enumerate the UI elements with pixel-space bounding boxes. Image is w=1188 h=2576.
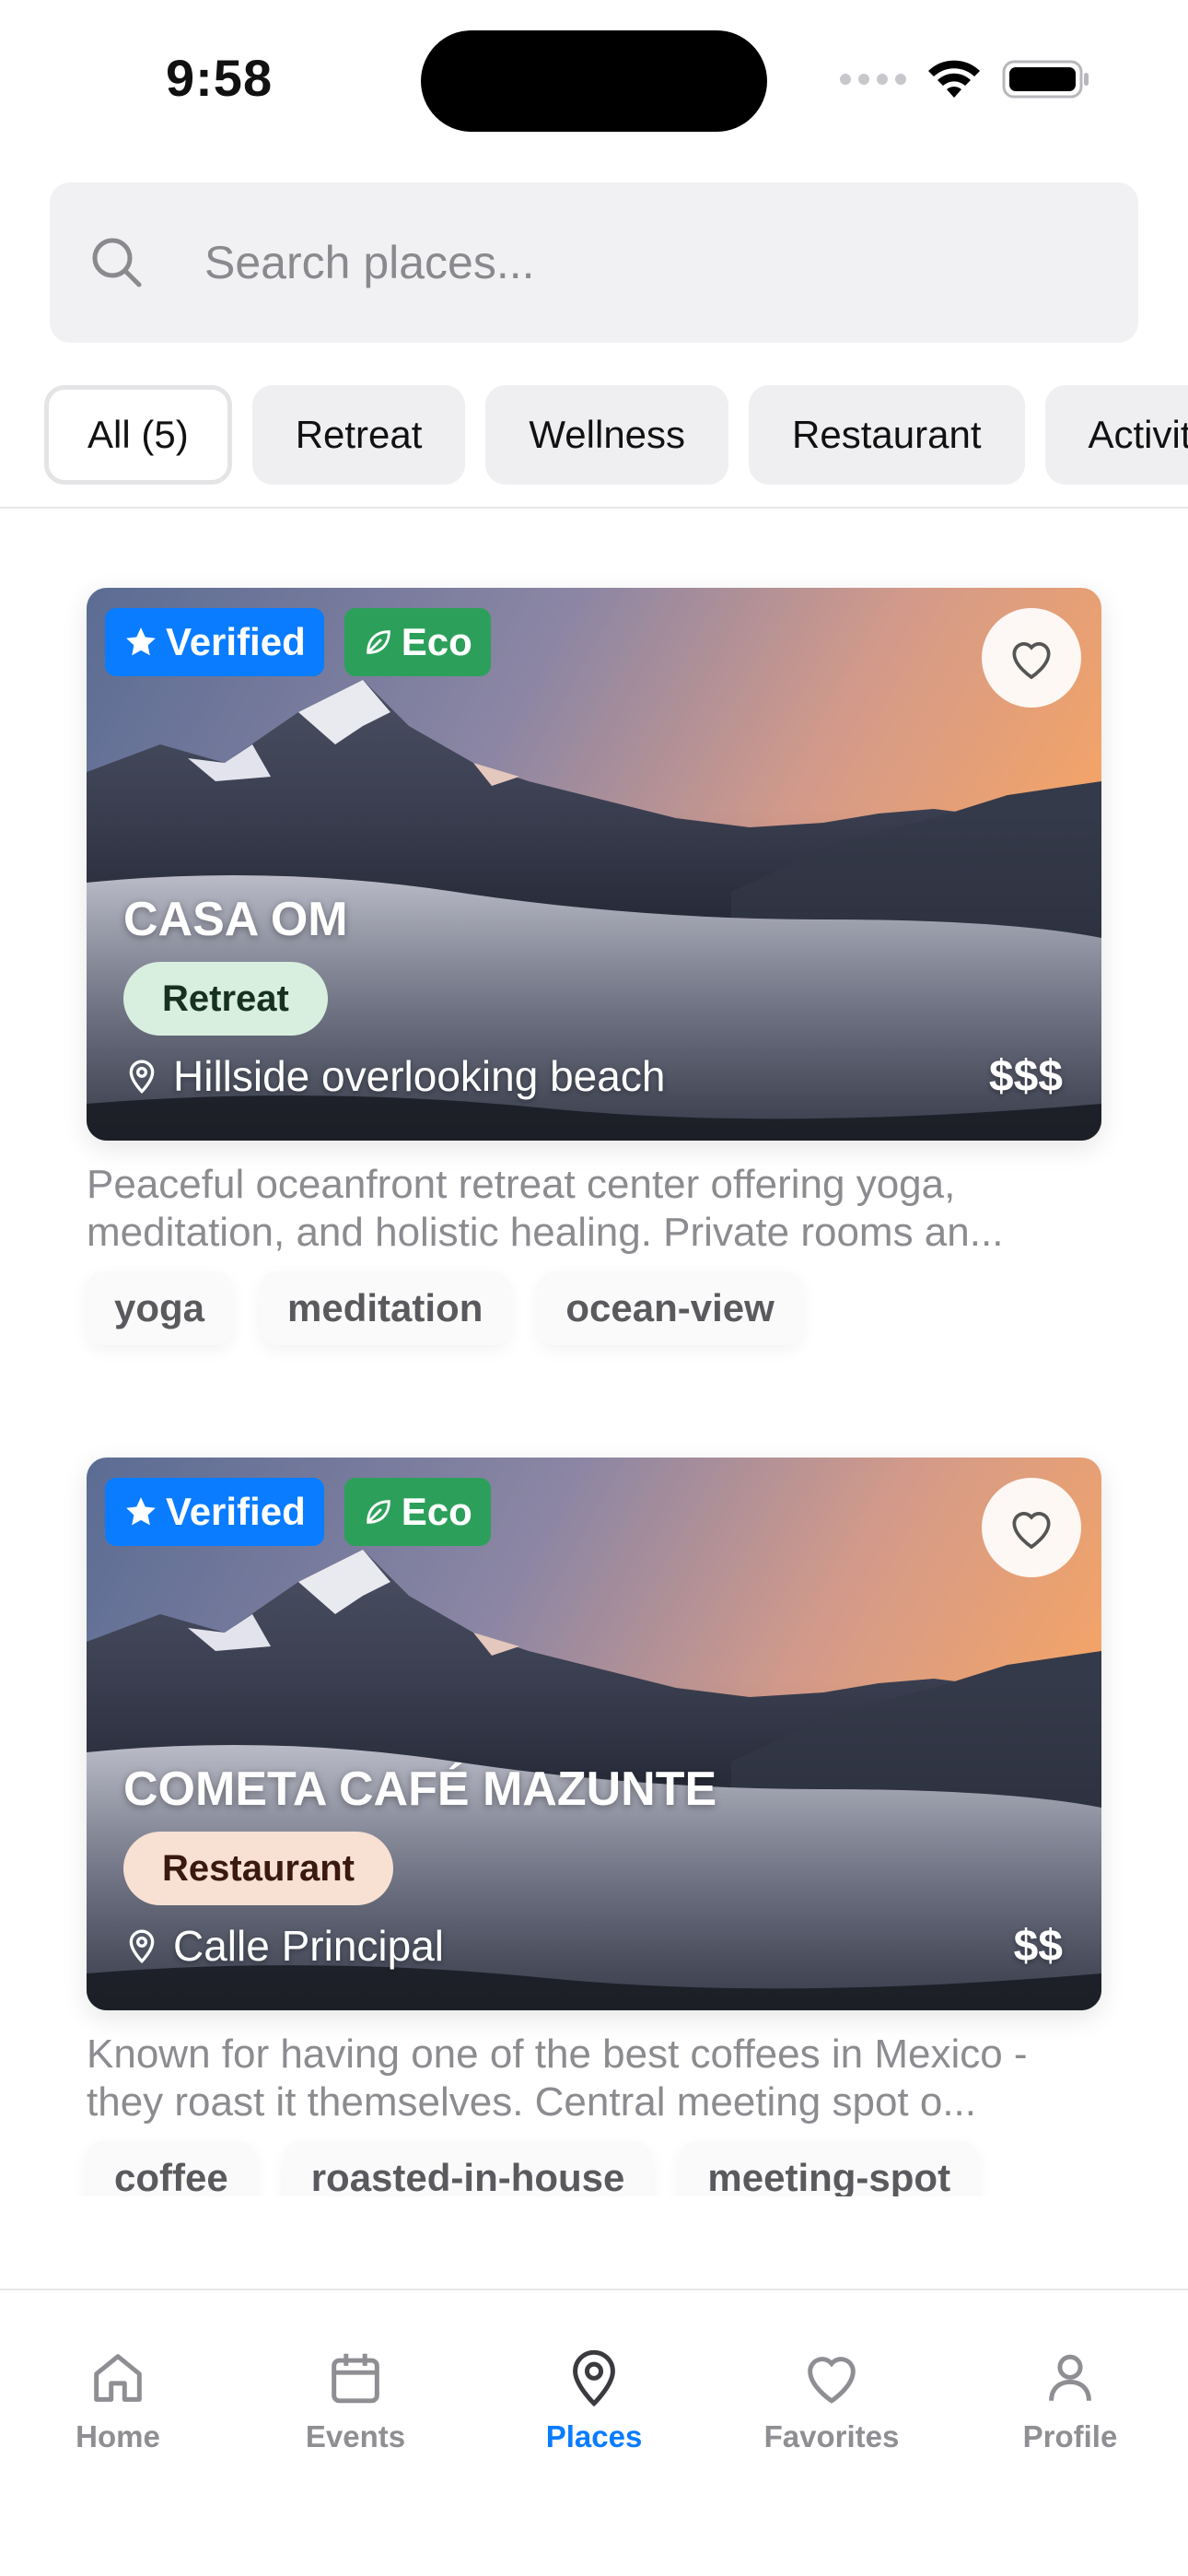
heart-icon: [808, 2357, 856, 2404]
bottom-tab-bar: Home Events Places Favorites Profile: [0, 2289, 1188, 2576]
tag[interactable]: meeting-spot: [680, 2141, 979, 2196]
map-pin-icon: [129, 1060, 155, 1095]
badge-row: Verified Eco: [105, 608, 491, 676]
status-icons: [840, 53, 1090, 105]
filter-chip-all[interactable]: All (5): [44, 385, 232, 485]
place-image[interactable]: Verified Eco COMETA CAFÉ MAZUNTE Restaur…: [87, 1458, 1101, 2010]
filter-chip-restaurant[interactable]: Restaurant: [749, 385, 1025, 485]
map-pin-icon: [129, 1929, 155, 1964]
eco-label: Eco: [401, 1490, 472, 1533]
tab-home[interactable]: Home: [26, 2346, 210, 2454]
star-icon: [126, 1497, 156, 1526]
tab-profile[interactable]: Profile: [978, 2346, 1162, 2454]
filter-chip-wellness[interactable]: Wellness: [485, 385, 729, 485]
heart-icon: [1012, 642, 1051, 680]
heart-icon: [1012, 1512, 1051, 1550]
home-icon: [94, 2354, 142, 2402]
tag[interactable]: yoga: [87, 1271, 233, 1345]
tab-label: Places: [545, 2419, 643, 2453]
favorite-button[interactable]: [982, 608, 1081, 708]
place-location: Calle Principal: [123, 1918, 444, 1973]
star-icon: [126, 627, 156, 656]
place-card[interactable]: Verified Eco CASA OM Retreat Hillside ov…: [87, 588, 1101, 1345]
category-pill: Restaurant: [123, 1832, 393, 1905]
favorite-button[interactable]: [982, 1478, 1081, 1577]
dynamic-island: [421, 30, 767, 132]
app-screen: 9:58 All (5) Retreat Well: [0, 0, 1188, 2576]
tab-favorites[interactable]: Favorites: [740, 2346, 924, 2454]
leaf-icon: [366, 1500, 390, 1524]
tag[interactable]: roasted-in-house: [283, 2141, 653, 2196]
verified-label: Verified: [166, 1490, 306, 1533]
calendar-icon: [332, 2353, 379, 2404]
tag[interactable]: ocean-view: [538, 1271, 802, 1345]
tab-places[interactable]: Places: [502, 2346, 686, 2454]
places-list[interactable]: Verified Eco CASA OM Retreat Hillside ov…: [0, 509, 1188, 2196]
tag-list: coffee roasted-in-house meeting-spot: [87, 2141, 979, 2196]
tab-label: Home: [76, 2419, 160, 2453]
category-filter-bar: All (5) Retreat Wellness Restaurant Acti…: [44, 385, 1188, 486]
price-level: $$$: [988, 1051, 1063, 1101]
place-description: Peaceful oceanfront retreat center offer…: [87, 1162, 1004, 1255]
place-location: Hillside overlooking beach: [123, 1048, 665, 1104]
search-bar[interactable]: [50, 182, 1138, 343]
verified-badge: Verified: [105, 1478, 324, 1546]
map-pin-icon: [573, 2349, 615, 2407]
cellular-signal-icon: [840, 74, 906, 85]
battery-icon: [1002, 60, 1089, 99]
status-time: 9:58: [166, 49, 274, 107]
place-name: CASA OM: [123, 893, 348, 946]
location-text: Hillside overlooking beach: [173, 1052, 666, 1100]
leaf-icon: [366, 630, 390, 654]
category-pill: Retreat: [123, 962, 328, 1036]
price-level: $$: [1013, 1921, 1063, 1971]
search-icon: [92, 238, 142, 287]
place-description: Known for having one of the best coffees…: [87, 2032, 1028, 2125]
verified-label: Verified: [166, 620, 306, 663]
tag[interactable]: meditation: [260, 1271, 511, 1345]
eco-badge: Eco: [344, 608, 491, 676]
filter-chip-retreat[interactable]: Retreat: [251, 385, 466, 485]
tag[interactable]: coffee: [87, 2141, 256, 2196]
tab-label: Events: [305, 2419, 406, 2453]
badge-row: Verified Eco: [105, 1478, 491, 1546]
location-text: Calle Principal: [173, 1922, 445, 1970]
place-card[interactable]: Verified Eco COMETA CAFÉ MAZUNTE Restaur…: [87, 1458, 1101, 2196]
place-name: COMETA CAFÉ MAZUNTE: [123, 1762, 717, 1816]
tab-label: Profile: [1022, 2419, 1118, 2453]
wifi-icon: [928, 60, 980, 98]
person-icon: [1049, 2354, 1091, 2401]
search-input[interactable]: [204, 219, 1089, 306]
filter-chip-activity[interactable]: Activity: [1044, 385, 1188, 485]
eco-label: Eco: [401, 620, 472, 663]
verified-badge: Verified: [105, 608, 324, 676]
place-image[interactable]: Verified Eco CASA OM Retreat Hillside ov…: [87, 588, 1101, 1141]
eco-badge: Eco: [344, 1478, 491, 1546]
status-bar: 9:58: [0, 0, 1188, 157]
tab-events[interactable]: Events: [263, 2346, 448, 2454]
tag-list: yoga meditation ocean-view: [87, 1271, 802, 1345]
tab-label: Favorites: [763, 2419, 900, 2453]
